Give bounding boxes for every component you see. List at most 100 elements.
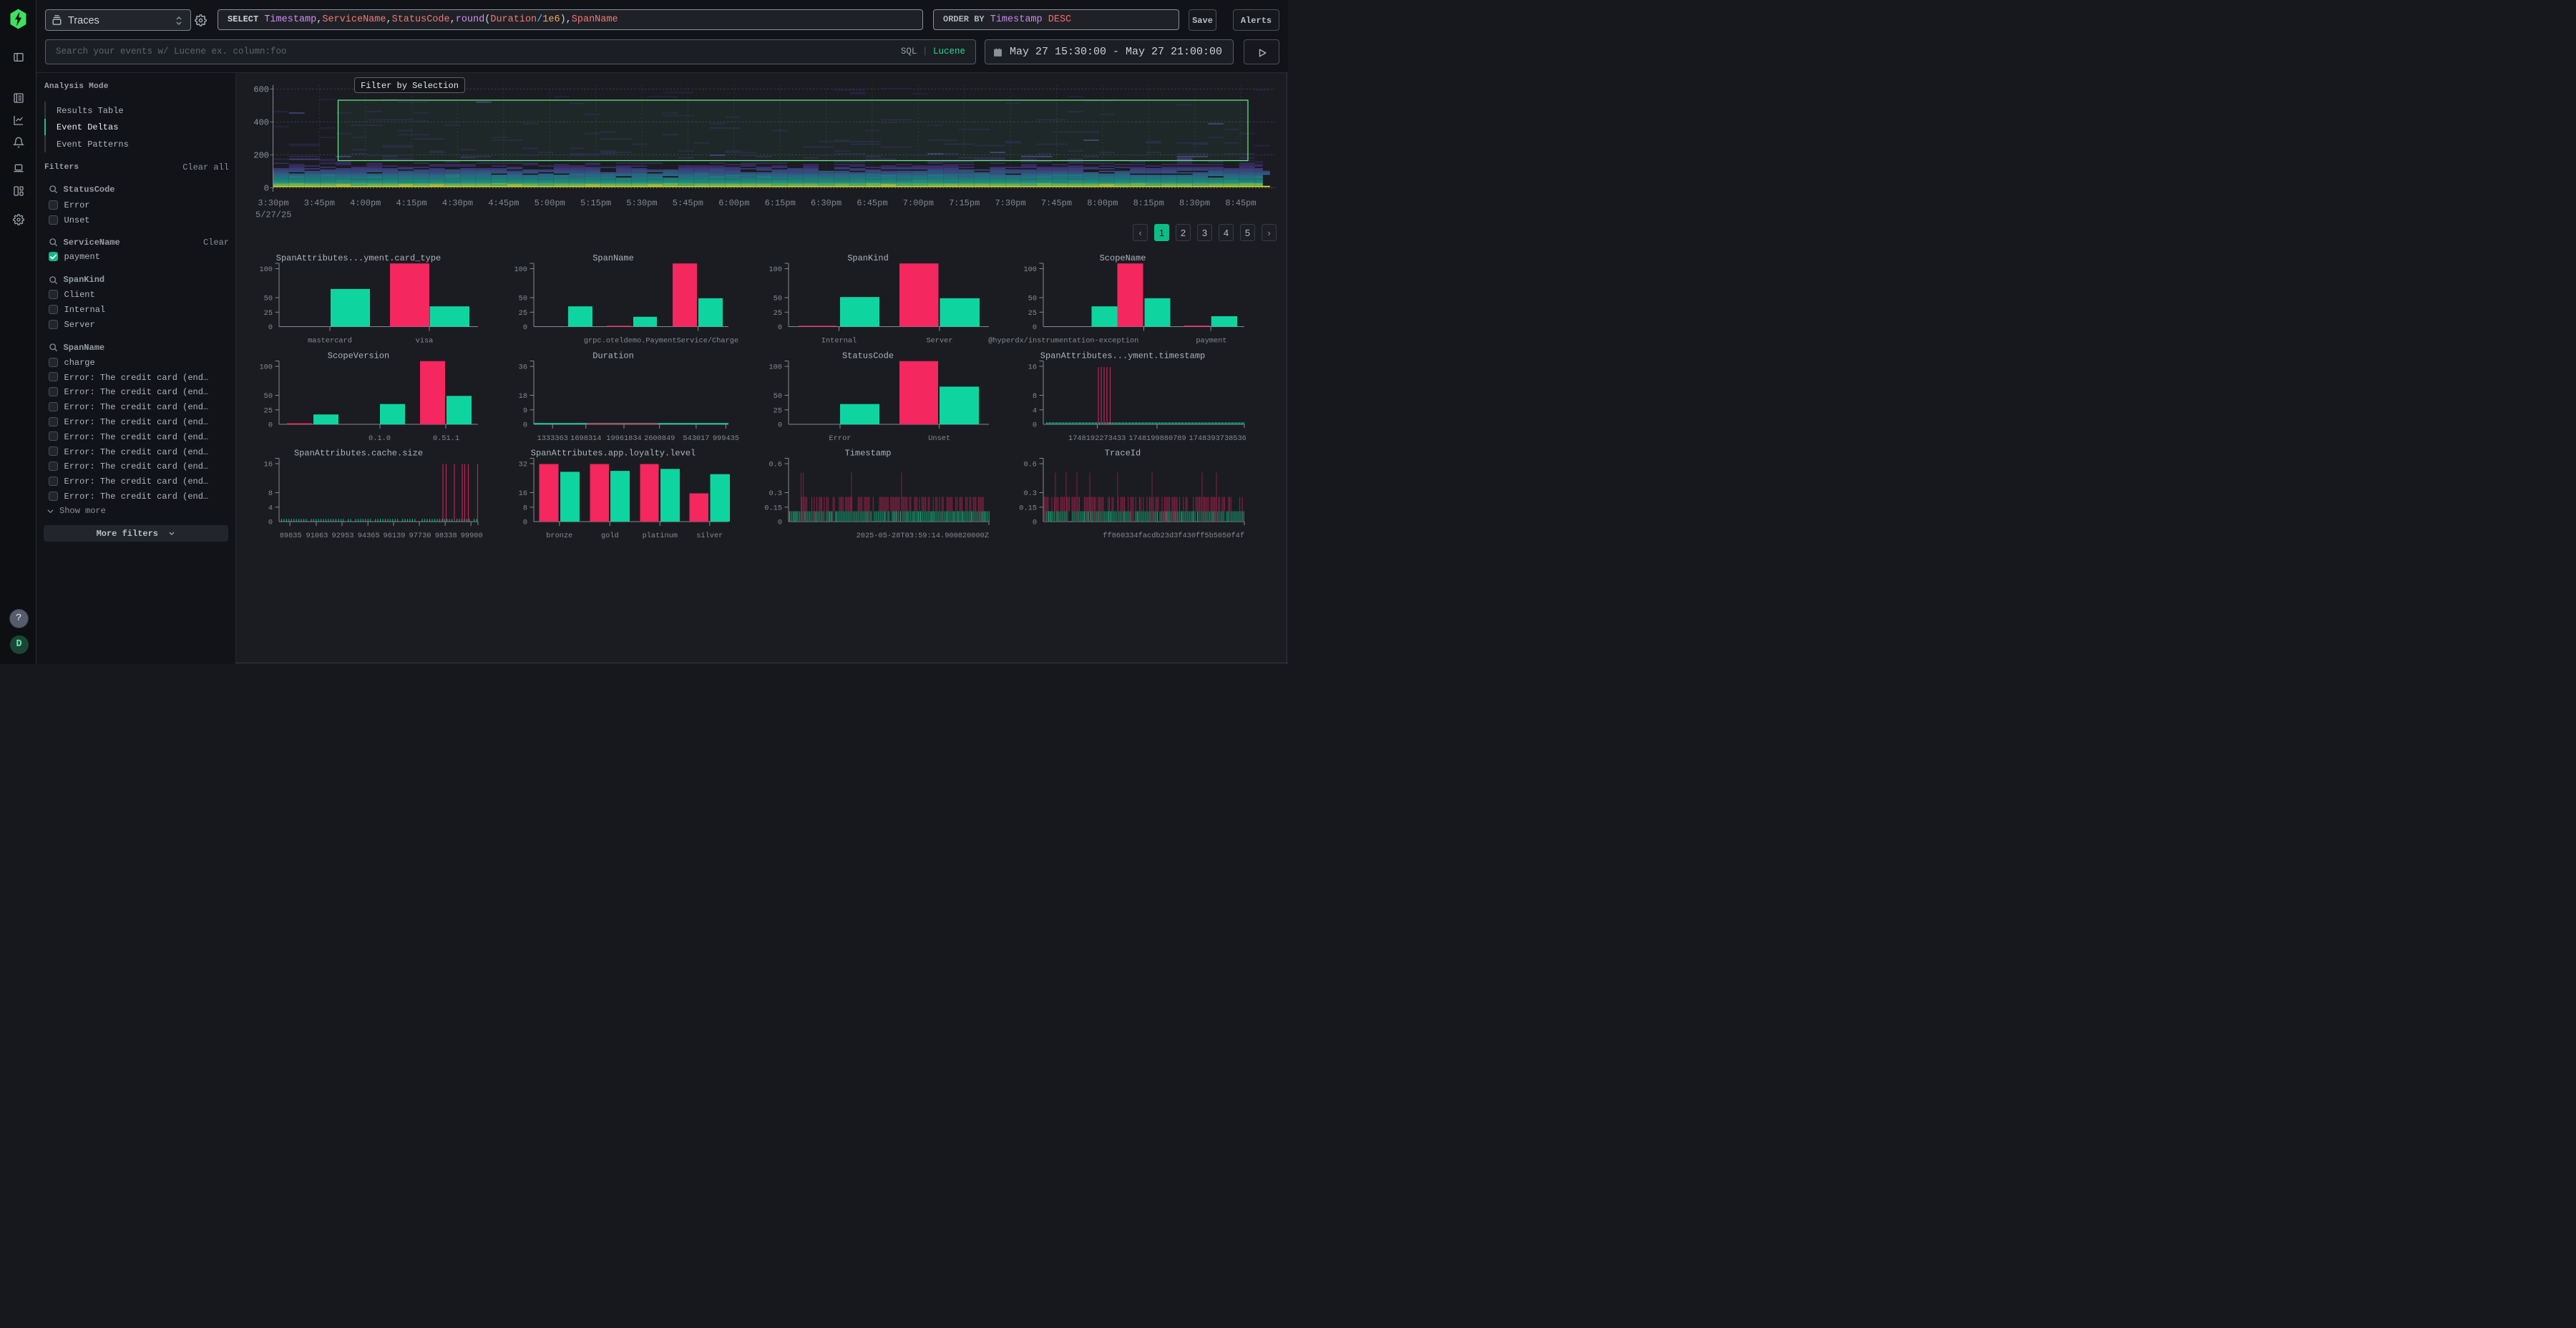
svg-text:19961834: 19961834: [606, 434, 641, 443]
svg-text:0.3: 0.3: [1023, 489, 1037, 498]
svg-text:50: 50: [1028, 295, 1037, 303]
svg-text:1748393738536: 1748393738536: [1189, 434, 1246, 443]
svg-text:0: 0: [268, 421, 273, 430]
svg-text:0.15: 0.15: [1019, 504, 1037, 513]
svg-text:400: 400: [253, 117, 269, 127]
svg-text:4: 4: [1033, 407, 1037, 416]
svg-text:2025-05-28T03:59:14.900820000Z: 2025-05-28T03:59:14.900820000Z: [857, 532, 989, 540]
svg-text:SpanAttributes.app.loyalty.lev: SpanAttributes.app.loyalty.level: [531, 449, 696, 459]
svg-text:0: 0: [1033, 519, 1037, 527]
svg-text:platinum: platinum: [643, 532, 678, 540]
svg-text:99900: 99900: [461, 532, 483, 540]
svg-text:8:15pm: 8:15pm: [1133, 198, 1164, 208]
svg-text:SpanAttributes...yment.timesta: SpanAttributes...yment.timestamp: [1040, 351, 1205, 361]
svg-text:5:45pm: 5:45pm: [673, 198, 703, 208]
svg-text:4:15pm: 4:15pm: [396, 198, 427, 208]
svg-text:TraceId: TraceId: [1105, 449, 1141, 459]
svg-text:ScopeName: ScopeName: [1100, 253, 1146, 263]
svg-text:999435: 999435: [713, 434, 739, 443]
svg-text:0: 0: [268, 519, 273, 527]
svg-text:25: 25: [774, 407, 782, 416]
svg-text:payment: payment: [1196, 337, 1226, 346]
svg-text:8:30pm: 8:30pm: [1179, 198, 1210, 208]
svg-text:bronze: bronze: [546, 532, 572, 540]
svg-text:7:00pm: 7:00pm: [903, 198, 934, 208]
svg-text:4: 4: [268, 504, 273, 513]
svg-text:0.51.1: 0.51.1: [433, 434, 459, 443]
svg-text:98338: 98338: [435, 532, 457, 540]
svg-text:92953: 92953: [332, 532, 354, 540]
svg-text:1698314: 1698314: [570, 434, 601, 443]
svg-text:0: 0: [1033, 421, 1037, 430]
svg-text:25: 25: [1028, 309, 1037, 318]
svg-text:6:30pm: 6:30pm: [811, 198, 841, 208]
svg-text:SpanAttributes.cache.size: SpanAttributes.cache.size: [294, 449, 423, 459]
svg-text:100: 100: [769, 363, 782, 372]
svg-text:8: 8: [268, 489, 273, 498]
svg-text:0: 0: [268, 323, 273, 332]
svg-text:0.6: 0.6: [769, 461, 782, 469]
svg-text:gold: gold: [601, 532, 619, 540]
svg-text:3:45pm: 3:45pm: [304, 198, 335, 208]
svg-text:5/27/25: 5/27/25: [255, 210, 291, 220]
svg-text:Server: Server: [926, 337, 952, 346]
svg-text:visa: visa: [416, 337, 434, 346]
svg-text:50: 50: [519, 295, 527, 303]
svg-text:0: 0: [778, 519, 782, 527]
svg-text:94365: 94365: [358, 532, 380, 540]
svg-text:8: 8: [523, 504, 527, 513]
svg-text:9: 9: [523, 407, 527, 416]
svg-text:25: 25: [774, 309, 782, 318]
svg-text:96139: 96139: [384, 532, 406, 540]
svg-text:Duration: Duration: [592, 351, 634, 361]
svg-text:SpanKind: SpanKind: [847, 253, 889, 263]
svg-text:100: 100: [1023, 265, 1037, 274]
svg-text:3:30pm: 3:30pm: [258, 198, 288, 208]
svg-text:4:00pm: 4:00pm: [350, 198, 381, 208]
svg-text:@hyperdx/instrumentation-excep: @hyperdx/instrumentation-exception: [988, 337, 1138, 346]
svg-text:25: 25: [264, 309, 273, 318]
svg-text:100: 100: [259, 363, 273, 372]
svg-text:25: 25: [519, 309, 527, 318]
svg-text:18: 18: [519, 392, 527, 401]
svg-text:Internal: Internal: [821, 337, 857, 346]
svg-text:5:30pm: 5:30pm: [626, 198, 657, 208]
svg-text:50: 50: [264, 392, 273, 401]
svg-text:0.1.0: 0.1.0: [369, 434, 391, 443]
svg-text:200: 200: [253, 150, 269, 160]
svg-text:7:15pm: 7:15pm: [949, 198, 980, 208]
svg-text:6:00pm: 6:00pm: [718, 198, 749, 208]
svg-text:543017: 543017: [683, 434, 709, 443]
svg-text:100: 100: [259, 265, 273, 274]
svg-text:1333363: 1333363: [537, 434, 568, 443]
svg-text:grpc.oteldemo.PaymentService/C: grpc.oteldemo.PaymentService/Charge: [584, 337, 738, 346]
svg-text:5:00pm: 5:00pm: [535, 198, 565, 208]
svg-text:100: 100: [514, 265, 527, 274]
svg-text:5:15pm: 5:15pm: [580, 198, 611, 208]
svg-text:silver: silver: [696, 532, 723, 540]
svg-text:0: 0: [523, 421, 527, 430]
svg-text:32: 32: [519, 461, 527, 469]
svg-text:mastercard: mastercard: [308, 337, 352, 346]
svg-text:Unset: Unset: [928, 434, 950, 443]
svg-text:0: 0: [264, 183, 269, 193]
svg-text:16: 16: [1028, 363, 1037, 372]
svg-text:Timestamp: Timestamp: [845, 449, 892, 459]
svg-text:6:45pm: 6:45pm: [857, 198, 887, 208]
svg-text:36: 36: [519, 363, 527, 372]
svg-text:7:30pm: 7:30pm: [995, 198, 1025, 208]
svg-text:SpanAttributes...yment.card_ty: SpanAttributes...yment.card_type: [276, 253, 441, 263]
svg-text:8: 8: [1033, 392, 1037, 401]
svg-text:StatusCode: StatusCode: [842, 351, 894, 361]
svg-text:8:45pm: 8:45pm: [1225, 198, 1256, 208]
svg-text:1748192273433: 1748192273433: [1068, 434, 1126, 443]
svg-text:50: 50: [264, 295, 273, 303]
svg-text:50: 50: [774, 295, 782, 303]
svg-text:ff860334facdb23d3f430ff5b5050f: ff860334facdb23d3f430ff5b5050f4f: [1103, 532, 1244, 540]
svg-text:SpanName: SpanName: [592, 253, 634, 263]
svg-text:0: 0: [778, 323, 782, 332]
svg-text:7:45pm: 7:45pm: [1041, 198, 1072, 208]
svg-text:4:45pm: 4:45pm: [488, 198, 519, 208]
svg-text:4:30pm: 4:30pm: [442, 198, 473, 208]
svg-text:ScopeVersion: ScopeVersion: [328, 351, 389, 361]
